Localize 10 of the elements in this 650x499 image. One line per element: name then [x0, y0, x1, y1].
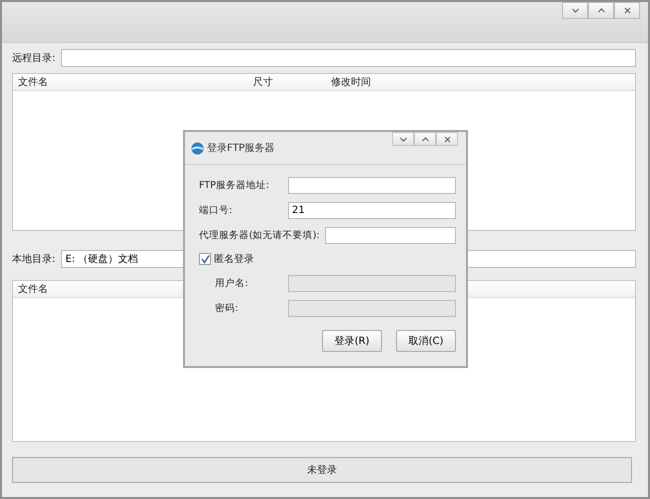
dialog-title: 登录FTP服务器 [207, 142, 275, 155]
remote-dir-label: 远程目录: [12, 52, 56, 65]
local-dir-label: 本地目录: [12, 252, 56, 266]
field-label: 密码: [214, 302, 238, 314]
field-label: 用户名: [214, 276, 248, 290]
field-label: 代理服务器(如无请不要填): [199, 228, 320, 242]
status-bar: 未登录 [12, 457, 632, 483]
field-label: 端口号: [199, 204, 232, 216]
field-label: FTP服务器地址: [199, 178, 270, 192]
checkbox-label: 匿名登录 [214, 253, 254, 266]
